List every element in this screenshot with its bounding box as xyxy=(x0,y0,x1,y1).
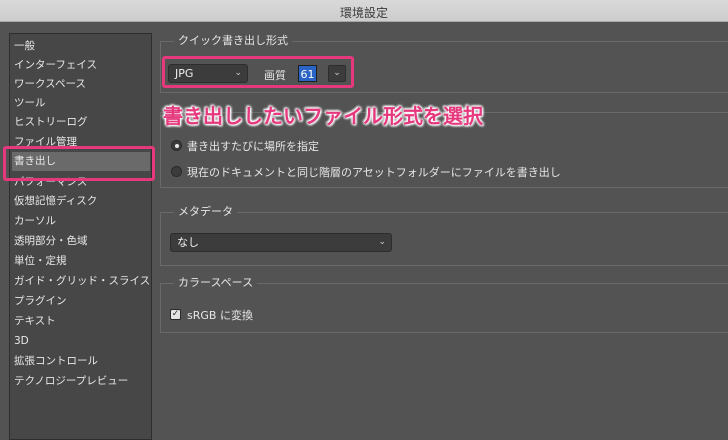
radio-assets-folder-label[interactable]: 現在のドキュメントと同じ階層のアセットフォルダーにファイルを書き出し xyxy=(187,164,561,180)
sidebar-item-guides-grid-slices[interactable]: ガイド・グリッド・スライス xyxy=(14,272,150,291)
title-bar: 環境設定 xyxy=(0,0,728,22)
sidebar-item-interface[interactable]: インターフェイス xyxy=(14,56,97,75)
sidebar-item-general[interactable]: 一般 xyxy=(14,37,35,56)
sidebar-item-tools[interactable]: ツール xyxy=(14,94,46,113)
radio-specify-location-label[interactable]: 書き出すたびに場所を指定 xyxy=(187,138,319,154)
sidebar-item-workspace[interactable]: ワークスペース xyxy=(14,75,86,94)
radio-assets-folder[interactable] xyxy=(171,166,182,177)
srgb-checkbox-label[interactable]: sRGB に変換 xyxy=(187,307,253,323)
color-space-title: カラースペース xyxy=(174,276,258,290)
sidebar-item-history-log[interactable]: ヒストリーログ xyxy=(14,113,88,132)
metadata-value: なし xyxy=(177,236,199,249)
sidebar-highlight-frame xyxy=(3,146,155,181)
window-title: 環境設定 xyxy=(339,6,388,20)
sidebar-item-3d[interactable]: 3D xyxy=(14,332,29,351)
sidebar-item-cursors[interactable]: カーソル xyxy=(14,212,56,231)
chevron-down-icon: ⌄ xyxy=(378,237,386,247)
preferences-sidebar: 一般 インターフェイス ワークスペース ツール ヒストリーログ ファイル管理 書… xyxy=(9,33,152,440)
quick-export-title: クイック書き出し形式 xyxy=(174,34,292,48)
checkmark-icon: ✓ xyxy=(171,309,180,319)
sidebar-item-plugins[interactable]: プラグイン xyxy=(14,292,67,311)
metadata-select[interactable]: なし ⌄ xyxy=(170,233,392,252)
format-highlight-frame xyxy=(162,56,354,88)
srgb-checkbox[interactable]: ✓ xyxy=(170,309,181,320)
radio-specify-location[interactable] xyxy=(171,140,182,151)
annotation-callout: 書き出ししたいファイル形式を選択 xyxy=(163,104,483,128)
sidebar-item-technology-previews[interactable]: テクノロジープレビュー xyxy=(14,372,128,391)
sidebar-item-transparency[interactable]: 透明部分・色域 xyxy=(14,232,88,251)
sidebar-item-scratch-disks[interactable]: 仮想記憶ディスク xyxy=(14,192,97,211)
sidebar-item-enhanced-controls[interactable]: 拡張コントロール xyxy=(14,352,98,371)
metadata-title: メタデータ xyxy=(174,205,237,219)
sidebar-item-units-rulers[interactable]: 単位・定規 xyxy=(14,252,67,271)
sidebar-item-type[interactable]: テキスト xyxy=(14,312,56,331)
